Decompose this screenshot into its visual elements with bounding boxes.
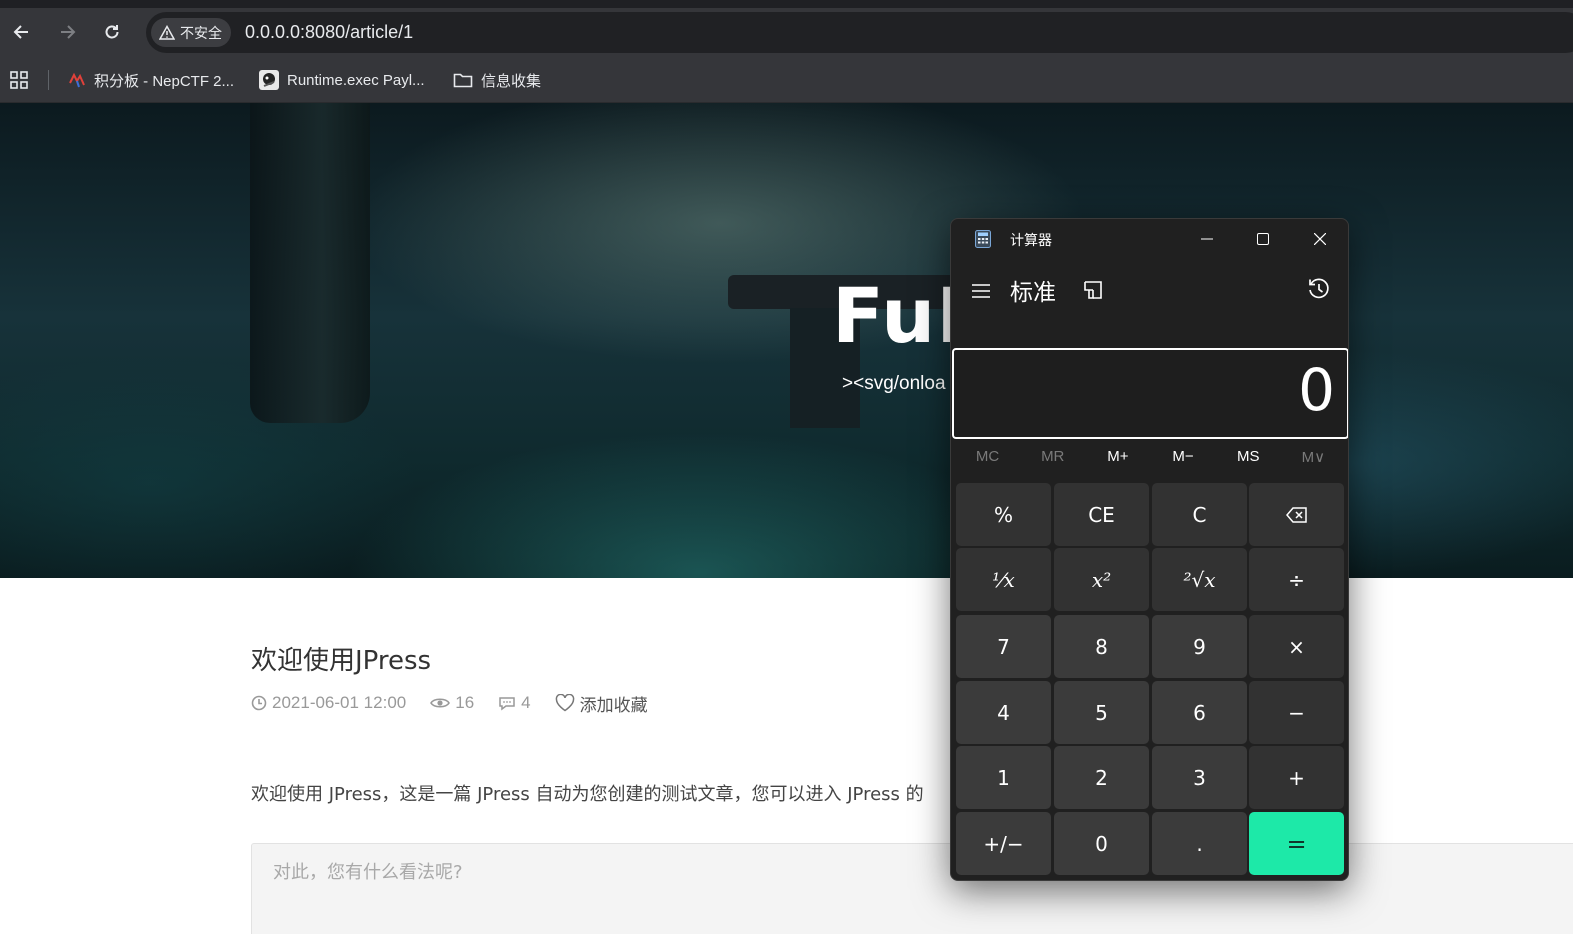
memory-store-button[interactable]: MS xyxy=(1219,448,1277,472)
reciprocal-key[interactable]: ¹⁄x xyxy=(956,548,1051,611)
square-root-label: ²√x xyxy=(1183,567,1216,592)
calculator-mode-title: 标准 xyxy=(1010,280,1056,306)
browser-toolbar: 不安全 0.0.0.0:8080/article/1 xyxy=(0,8,1573,58)
history-icon[interactable] xyxy=(1306,276,1332,302)
digit-7-key[interactable]: 7 xyxy=(956,615,1051,678)
close-button[interactable] xyxy=(1300,224,1340,254)
bookmark-separator xyxy=(48,70,49,90)
bookmarks-bar: 积分板 - NepCTF 2... Runtime.exec Payl... 信… xyxy=(0,58,1573,103)
decimal-key[interactable]: . xyxy=(1152,812,1247,875)
url-text[interactable]: 0.0.0.0:8080/article/1 xyxy=(245,22,413,43)
article-comments-count: 4 xyxy=(521,693,531,712)
memory-subtract-button[interactable]: M− xyxy=(1154,448,1212,472)
calculator-display: 0 xyxy=(952,348,1348,439)
minimize-button[interactable] xyxy=(1187,224,1227,254)
memory-row: MC MR M+ M− MS M∨ xyxy=(955,448,1346,472)
hero-tree-decoration xyxy=(250,103,370,423)
maximize-button[interactable] xyxy=(1243,224,1283,254)
article-date: 2021-06-01 12:00 xyxy=(251,693,406,713)
add-key[interactable]: + xyxy=(1249,746,1344,809)
comment-placeholder: 对此，您有什么看法呢? xyxy=(273,862,463,883)
article-body: 欢迎使用 JPress，这是一篇 JPress 自动为您创建的测试文章，您可以进… xyxy=(251,784,924,805)
memory-clear-button[interactable]: MC xyxy=(959,448,1017,472)
digit-4-key[interactable]: 4 xyxy=(956,681,1051,744)
apps-grid-icon xyxy=(10,71,28,89)
forward-button[interactable] xyxy=(51,16,83,48)
article-comments[interactable]: 4 xyxy=(498,693,531,713)
memory-recall-button[interactable]: MR xyxy=(1024,448,1082,472)
square-root-key[interactable]: ²√x xyxy=(1152,548,1247,611)
site-subtitle: ><svg/onloa xyxy=(842,373,946,394)
digit-5-key[interactable]: 5 xyxy=(1054,681,1149,744)
digit-8-key[interactable]: 8 xyxy=(1054,615,1149,678)
close-icon xyxy=(1314,233,1326,245)
arrow-left-icon xyxy=(13,25,28,39)
backspace-icon xyxy=(1285,506,1307,523)
security-chip[interactable]: 不安全 xyxy=(151,18,231,47)
eye-icon xyxy=(430,698,451,708)
square-key[interactable]: x² xyxy=(1054,548,1149,611)
back-button[interactable] xyxy=(6,16,38,48)
divide-key[interactable]: ÷ xyxy=(1249,548,1344,611)
bookmark-label: 信息收集 xyxy=(481,72,542,90)
calculator-window-title: 计算器 xyxy=(1010,233,1052,249)
navigation-menu-button[interactable] xyxy=(967,279,995,303)
reload-icon xyxy=(105,25,119,39)
nep-ctf-favicon xyxy=(69,72,85,88)
equals-key[interactable]: = xyxy=(1249,812,1344,875)
percent-key[interactable]: % xyxy=(956,483,1051,546)
keep-on-top-icon[interactable] xyxy=(1081,278,1105,302)
calculator-app-icon xyxy=(975,230,991,248)
add-favorite-button[interactable]: 添加收藏 xyxy=(555,691,648,716)
clock-icon xyxy=(251,695,267,711)
runtime-exec-favicon xyxy=(259,70,279,90)
digit-2-key[interactable]: 2 xyxy=(1054,746,1149,809)
display-value: 0 xyxy=(1298,356,1335,424)
digit-0-key[interactable]: 0 xyxy=(1054,812,1149,875)
digit-9-key[interactable]: 9 xyxy=(1152,615,1247,678)
reload-button[interactable] xyxy=(96,16,128,48)
multiply-key[interactable]: × xyxy=(1249,615,1344,678)
comment-textarea[interactable]: 对此，您有什么看法呢? xyxy=(251,843,1573,934)
tab-strip xyxy=(0,0,1573,8)
bookmark-nepctf[interactable]: 积分板 - NepCTF 2... xyxy=(68,68,234,92)
address-bar[interactable]: 不安全 0.0.0.0:8080/article/1 xyxy=(146,12,1573,53)
memory-list-button[interactable]: M∨ xyxy=(1284,448,1342,472)
negate-key[interactable]: +/− xyxy=(956,812,1051,875)
reciprocal-label: ¹⁄x xyxy=(992,567,1015,592)
maximize-icon xyxy=(1257,233,1269,245)
bookmark-folder-info[interactable]: 信息收集 xyxy=(453,68,541,92)
arrow-right-icon xyxy=(61,25,76,39)
security-label: 不安全 xyxy=(180,25,222,42)
calculator-titlebar[interactable]: 计算器 xyxy=(951,219,1348,259)
article-date-text: 2021-06-01 12:00 xyxy=(272,693,407,712)
clear-entry-key[interactable]: CE xyxy=(1054,483,1149,546)
heart-icon xyxy=(555,694,574,712)
article-views: 16 xyxy=(430,693,474,713)
square-label: x² xyxy=(1091,567,1112,592)
bookmark-label: Runtime.exec Payl... xyxy=(287,71,425,89)
article-title: 欢迎使用JPress xyxy=(251,646,432,676)
backspace-key[interactable] xyxy=(1249,483,1344,546)
digit-6-key[interactable]: 6 xyxy=(1152,681,1247,744)
minimize-icon xyxy=(1201,238,1213,240)
add-favorite-label: 添加收藏 xyxy=(579,695,648,715)
clear-key[interactable]: C xyxy=(1152,483,1247,546)
apps-button[interactable] xyxy=(10,68,28,92)
bookmark-runtime-exec[interactable]: Runtime.exec Payl... xyxy=(259,68,425,92)
comment-icon xyxy=(499,697,515,711)
digit-1-key[interactable]: 1 xyxy=(956,746,1051,809)
article-meta: 2021-06-01 12:00 16 4 添加收藏 xyxy=(251,691,672,715)
calculator-window: 计算器 标准 0 MC MR M+ M− MS M∨ % CE C ¹⁄x x²… xyxy=(950,218,1349,881)
hamburger-icon xyxy=(972,284,990,298)
subtract-key[interactable]: − xyxy=(1249,681,1344,744)
digit-3-key[interactable]: 3 xyxy=(1152,746,1247,809)
memory-add-button[interactable]: M+ xyxy=(1089,448,1147,472)
bookmark-label: 积分板 - NepCTF 2... xyxy=(94,72,235,90)
folder-icon xyxy=(453,73,473,88)
article-views-count: 16 xyxy=(455,693,475,712)
warning-icon xyxy=(159,24,175,40)
